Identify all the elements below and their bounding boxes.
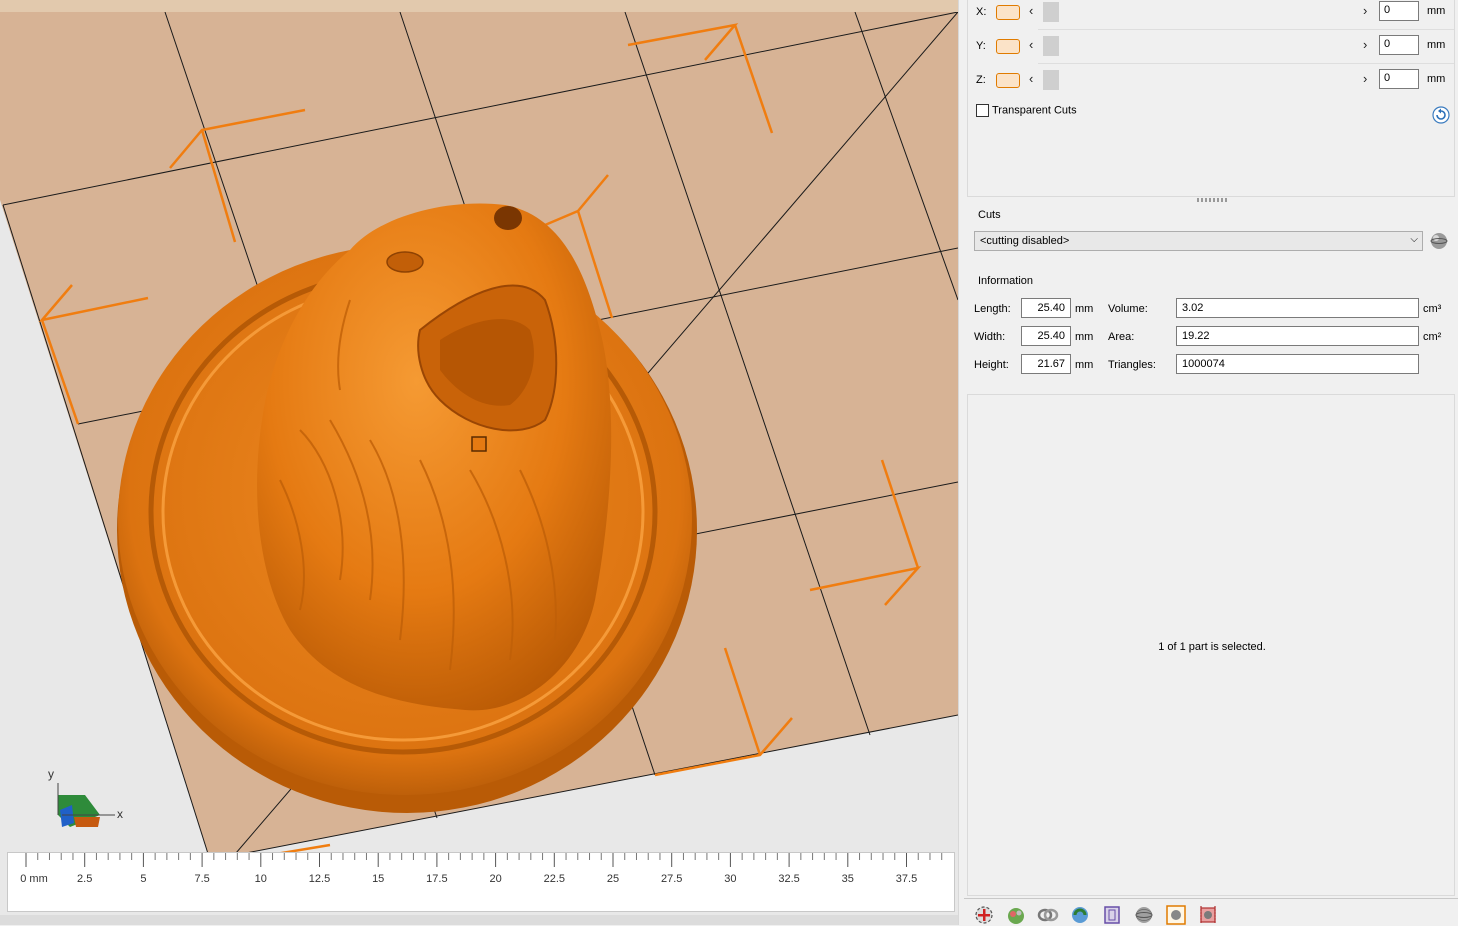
cuts-title: Cuts — [975, 209, 1004, 221]
volume-label: Volume: — [1108, 303, 1148, 315]
axis-y-color-swatch[interactable] — [996, 39, 1020, 54]
axis-x-label: x — [117, 807, 123, 821]
height-label: Height: — [974, 359, 1009, 371]
ruler-tick-label: 2.5 — [77, 873, 93, 885]
measurement-ruler: 0 mm 2.5 5 7.5 10 12.5 15 17.5 20 22.5 25 27.5 30 32.… — [7, 852, 955, 912]
box-select-icon[interactable] — [1165, 904, 1187, 926]
horizontal-splitter-grip[interactable] — [1197, 198, 1227, 202]
ruler-tick-label: 35 — [841, 873, 854, 885]
cuts-dropdown[interactable]: <cutting disabled> ⌵ — [974, 231, 1423, 251]
transparent-cuts-checkbox[interactable]: Transparent Cuts — [976, 104, 1077, 117]
viewport-3d[interactable]: y x 0 mm 2.5 5 7.5 10 12.5 15 17.5 20 22.5 25 27.5 3… — [0, 0, 958, 925]
height-unit: mm — [1075, 359, 1094, 371]
ruler-tick-label: 5 — [140, 873, 147, 885]
frame-icon[interactable] — [1101, 904, 1123, 926]
cuts-dropdown-value: <cutting disabled> — [980, 235, 1070, 247]
checkbox-box[interactable] — [976, 104, 989, 117]
axis-y-decrease-icon[interactable]: ‹ — [1029, 37, 1033, 52]
ruler-tick-label: 30 — [724, 873, 737, 885]
ruler-tick-label: 0 mm — [20, 873, 48, 885]
ruler-tick-label: 27.5 — [660, 873, 683, 885]
width-label: Width: — [974, 331, 1006, 343]
sphere-icon[interactable] — [1133, 904, 1155, 926]
length-label: Length: — [974, 303, 1011, 315]
axis-z-color-swatch[interactable] — [996, 73, 1020, 88]
length-unit: mm — [1075, 303, 1094, 315]
ruler-tick-label: 25 — [606, 873, 620, 885]
axis-x-increase-icon[interactable]: › — [1363, 3, 1367, 18]
triangles-label: Triangles: — [1108, 359, 1156, 371]
reset-rotate-icon[interactable] — [1432, 106, 1450, 124]
triangles-value: 1000074 — [1176, 354, 1419, 374]
axis-x-slider[interactable] — [1043, 2, 1059, 22]
area-unit: cm² — [1423, 331, 1442, 343]
cut-icon[interactable] — [1197, 904, 1219, 926]
width-value: 25.40 — [1021, 326, 1071, 346]
axis-row-x: X: ‹ › 0 mm — [968, 0, 1454, 30]
area-value: 19.22 — [1176, 326, 1419, 346]
axis-y-unit: mm — [1427, 39, 1446, 51]
bottom-toolbar — [964, 898, 1458, 926]
axis-y-label: y — [48, 767, 54, 781]
ruler-ticks — [25, 853, 943, 867]
transform-group: X: ‹ › 0 mm Y: ‹ › 0 mm Z: ‹ › 0 mm Tran… — [967, 0, 1455, 197]
axis-z-decrease-icon[interactable]: ‹ — [1029, 71, 1033, 86]
ruler-tick-label: 37.5 — [895, 873, 918, 885]
color-icon[interactable] — [1005, 904, 1027, 926]
width-unit: mm — [1075, 331, 1094, 343]
chevron-down-icon: ⌵ — [1410, 234, 1418, 245]
ruler-tick-label: 7.5 — [194, 873, 210, 885]
viewport-bottom-strip — [0, 915, 958, 925]
information-group: Information Length: 25.40 mm Width: 25.4… — [967, 275, 1455, 385]
area-label: Area: — [1108, 331, 1135, 343]
axis-y-value-input[interactable]: 0 — [1379, 35, 1419, 55]
cycle-icon[interactable] — [1069, 904, 1091, 926]
volume-value: 3.02 — [1176, 298, 1419, 318]
axis-z-name: Z: — [976, 74, 986, 86]
axis-x-name: X: — [976, 6, 987, 18]
axis-x-unit: mm — [1427, 5, 1446, 17]
axis-x-value-input[interactable]: 0 — [1379, 1, 1419, 21]
viewport-top-strip — [0, 0, 958, 12]
ruler-tick-label: 12.5 — [308, 873, 331, 885]
cuts-group: Cuts <cutting disabled> ⌵ — [967, 209, 1455, 265]
axis-z-value-input[interactable]: 0 — [1379, 69, 1419, 89]
axis-y-slider[interactable] — [1043, 36, 1059, 56]
axis-y-name: Y: — [976, 40, 986, 52]
information-title: Information — [975, 275, 1037, 287]
axis-y-increase-icon[interactable]: › — [1363, 37, 1367, 52]
axis-gizmo: y x — [40, 765, 140, 835]
pivot-handle — [471, 436, 487, 452]
transparent-cuts-label: Transparent Cuts — [992, 104, 1077, 117]
properties-panel: X: ‹ › 0 mm Y: ‹ › 0 mm Z: ‹ › 0 mm Tran… — [964, 0, 1458, 926]
axis-row-z: Z: ‹ › 0 mm — [968, 68, 1454, 98]
volume-unit: cm³ — [1423, 303, 1442, 315]
add-part-icon[interactable] — [973, 904, 995, 926]
axis-z-increase-icon[interactable]: › — [1363, 71, 1367, 86]
axis-x-color-swatch[interactable] — [996, 5, 1020, 20]
sphere-cut-icon[interactable] — [1428, 231, 1450, 251]
scene-render — [0, 11, 958, 864]
axis-z-unit: mm — [1427, 73, 1446, 85]
ruler-tick-label: 22.5 — [543, 873, 566, 885]
ruler-tick-label: 17.5 — [426, 873, 448, 885]
ruler-tick-label: 32.5 — [778, 873, 800, 885]
height-value: 21.67 — [1021, 354, 1071, 374]
axis-x-decrease-icon[interactable]: ‹ — [1029, 3, 1033, 18]
selection-status-text: 1 of 1 part is selected. — [1158, 641, 1266, 653]
axis-row-y: Y: ‹ › 0 mm — [968, 34, 1454, 64]
length-value: 25.40 — [1021, 298, 1071, 318]
selection-info-area: 1 of 1 part is selected. — [967, 394, 1455, 896]
ruler-tick-label: 10 — [254, 873, 267, 885]
ruler-tick-label: 15 — [372, 873, 385, 885]
link-icon[interactable] — [1037, 904, 1059, 926]
ruler-tick-label: 20 — [489, 873, 502, 885]
axis-z-slider[interactable] — [1043, 70, 1059, 90]
